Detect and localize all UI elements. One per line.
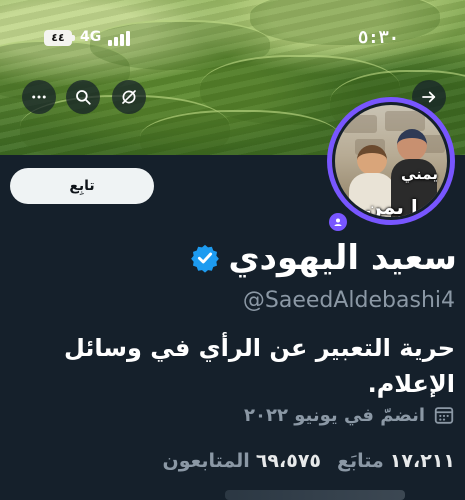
following-label: متابَع [337,450,384,472]
battery-indicator: ٤٤ [44,30,75,46]
join-date-row: انضمّ في يونيو ٢٠٢٢ [244,404,455,426]
profile-stats: ١٧،٢١١ متابَع ٦٩،٥٧٥ المتابعون [163,450,455,472]
search-icon [76,90,91,105]
profile-name: سعيد اليهودي [228,238,457,278]
verified-badge-icon[interactable] [190,243,220,273]
more-icon [32,95,46,99]
followers-stat[interactable]: ٦٩،٥٧٥ المتابعون [163,450,321,472]
network-type: 4G [80,29,102,45]
avatar-overlay-text-1: يمني [401,165,438,183]
followers-label: المتابعون [162,450,250,472]
clock: ٥:٣٠ [358,28,399,48]
join-date: انضمّ في يونيو ٢٠٢٢ [244,404,425,426]
calendar-icon [434,407,454,424]
status-bar: ٤٤ 4G ٥:٣٠ [0,28,465,50]
profile-bio: حرية التعبير عن الرأي في وسائل الإعلام. [63,334,455,398]
avatar-overlay-text-2: ا يمن [365,195,418,219]
avatar-photo: يمني ا يمن [332,102,450,220]
profile-name-row: سعيد اليهودي [190,238,457,278]
follow-button[interactable]: تابِع [10,168,154,204]
cut-off-content [225,490,405,500]
followers-count: ٦٩،٥٧٥ [255,450,322,472]
profile-handle: @SaeedAldebashi4 [242,288,455,313]
signal-icon [108,30,132,46]
spaces-icon [334,218,342,226]
spaces-badge[interactable] [326,210,350,234]
search-button[interactable] [66,80,100,114]
arrow-right-icon [422,91,436,103]
explore-button[interactable] [112,80,146,114]
more-button[interactable] [22,80,56,114]
avatar[interactable]: يمني ا يمن [327,97,455,225]
compass-off-icon [122,90,136,104]
following-stat[interactable]: ١٧،٢١١ متابَع [337,450,455,472]
following-count: ١٧،٢١١ [389,450,455,472]
